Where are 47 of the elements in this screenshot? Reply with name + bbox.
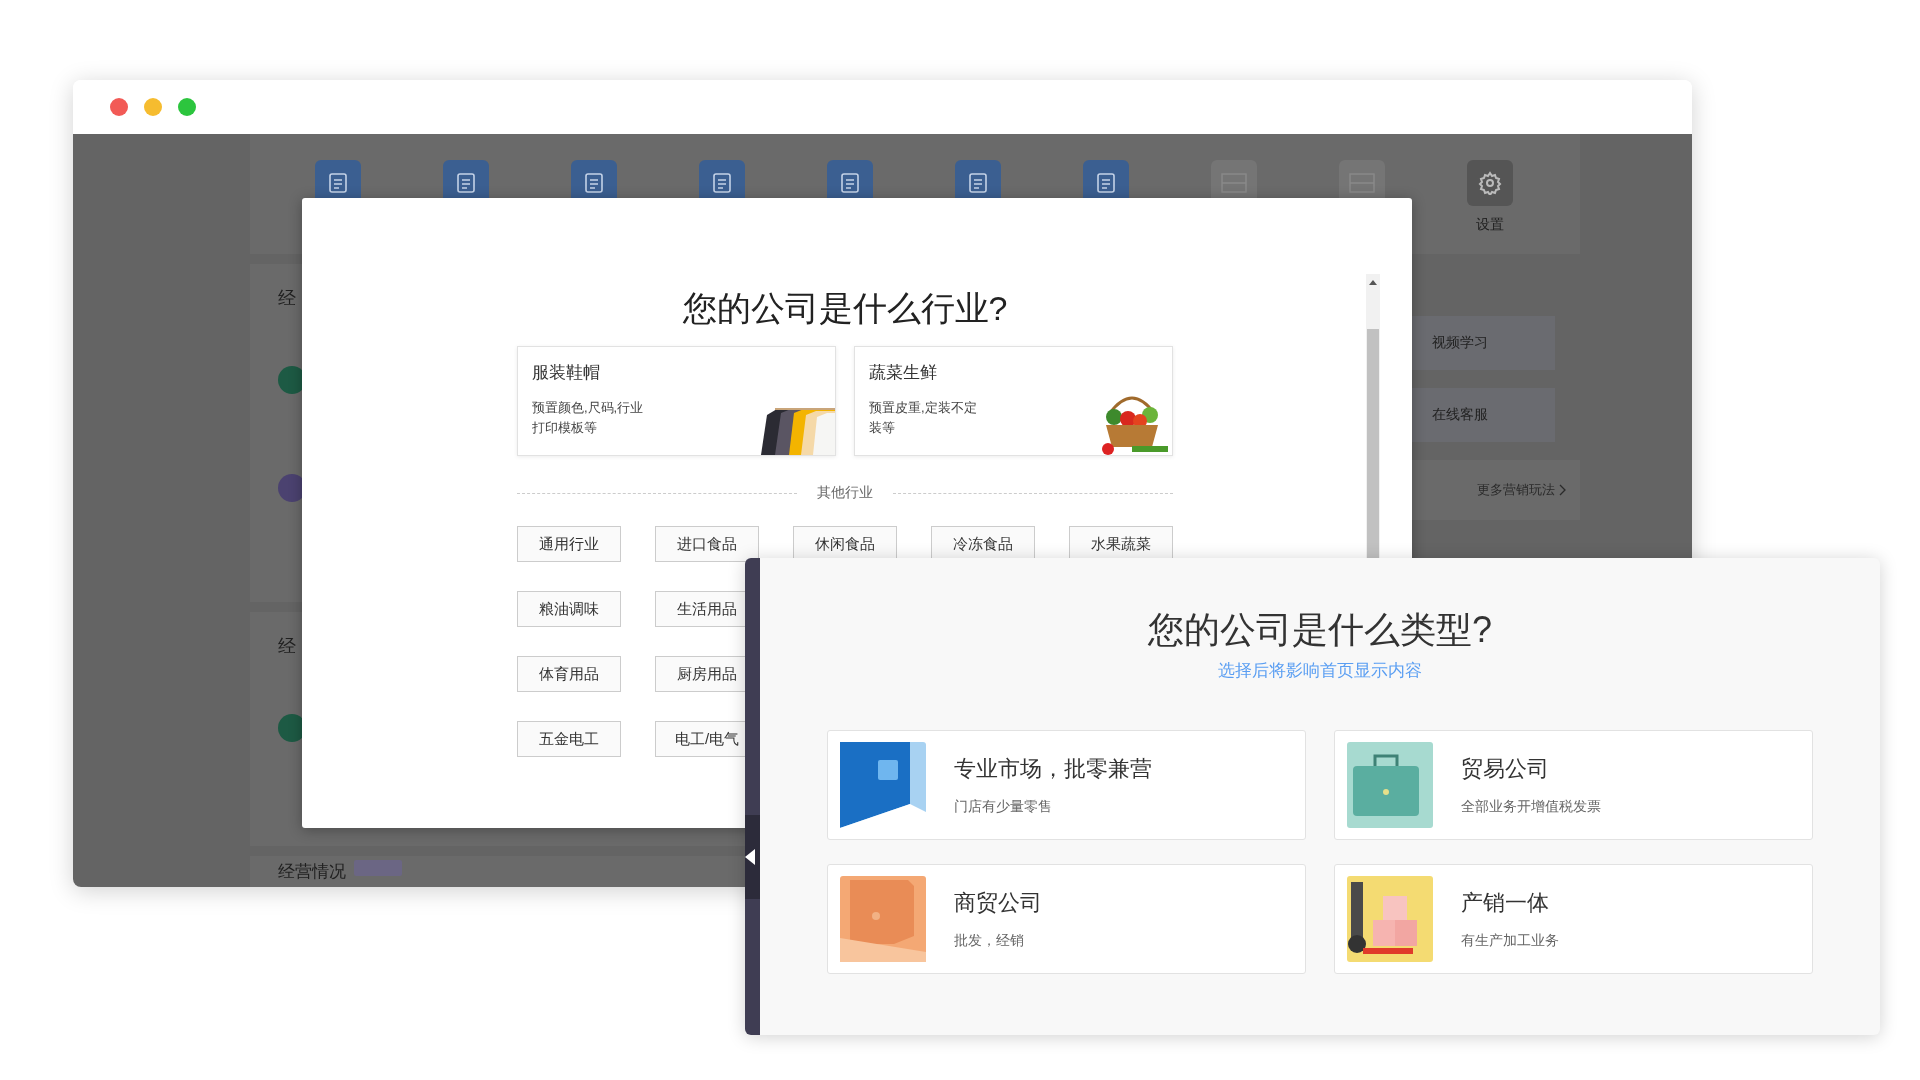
tag xyxy=(354,860,402,876)
industry-option[interactable]: 进口食品 xyxy=(655,526,759,562)
company-type-card[interactable]: 产销一体 有生产加工业务 xyxy=(1334,864,1813,974)
document-icon xyxy=(710,171,734,195)
document-icon xyxy=(966,171,990,195)
company-type-card[interactable]: 商贸公司 批发，经销 xyxy=(827,864,1306,974)
chevron-right-icon xyxy=(1559,484,1566,496)
card-title: 专业市场，批零兼营 xyxy=(954,755,1152,783)
card-description: 预置颜色,尺码,行业 打印模板等 xyxy=(532,399,644,437)
divider-label: 其他行业 xyxy=(817,484,873,502)
document-icon xyxy=(582,171,606,195)
company-type-card[interactable]: 专业市场，批零兼营 门店有少量零售 xyxy=(827,730,1306,840)
card-title: 服装鞋帽 xyxy=(532,362,601,384)
industry-option[interactable]: 体育用品 xyxy=(517,656,621,692)
card-title: 蔬菜生鲜 xyxy=(869,362,938,384)
placeholder-icon xyxy=(1349,173,1375,193)
toolbar-button[interactable] xyxy=(1467,160,1513,206)
dialog-subtitle: 选择后将影响首页显示内容 xyxy=(1218,660,1422,682)
scroll-up-icon xyxy=(1369,280,1377,285)
card-title: 产销一体 xyxy=(1461,889,1550,917)
document-icon xyxy=(326,171,350,195)
toolbar-label: 设置 xyxy=(1476,216,1504,234)
dialog-title: 您的公司是什么类型? xyxy=(1148,608,1492,652)
card-description: 预置皮重,定装不定 装等 xyxy=(869,399,977,437)
placeholder-icon xyxy=(1221,173,1247,193)
document-icon xyxy=(454,171,478,195)
card-title: 商贸公司 xyxy=(954,889,1042,917)
industry-option[interactable]: 五金电工 xyxy=(517,721,621,757)
section-heading: 经 xyxy=(278,287,296,310)
document-icon xyxy=(838,171,862,195)
card-description: 门店有少量零售 xyxy=(954,798,1053,816)
card-description: 批发，经销 xyxy=(954,932,1025,950)
document-icon xyxy=(1094,171,1118,195)
industry-option[interactable]: 通用行业 xyxy=(517,526,621,562)
card-description: 全部业务开增值税发票 xyxy=(1461,798,1601,816)
dialog-title: 您的公司是什么行业? xyxy=(682,288,1008,329)
section-heading: 经 xyxy=(278,635,296,658)
company-type-card[interactable]: 贸易公司 全部业务开增值税发票 xyxy=(1334,730,1813,840)
card-description: 有生产加工业务 xyxy=(1461,932,1559,950)
close-window-button[interactable] xyxy=(110,98,128,116)
pointer-icon xyxy=(745,848,755,865)
industry-card[interactable]: 服装鞋帽 预置颜色,尺码,行业 打印模板等 xyxy=(517,346,836,456)
card-title: 贸易公司 xyxy=(1461,755,1550,783)
settings-icon xyxy=(1478,171,1502,195)
industry-card[interactable]: 蔬菜生鲜 预置皮重,定装不定 装等 xyxy=(854,346,1173,456)
industry-option[interactable]: 粮油调味 xyxy=(517,591,621,627)
section-heading: 经营情况 xyxy=(278,861,346,883)
